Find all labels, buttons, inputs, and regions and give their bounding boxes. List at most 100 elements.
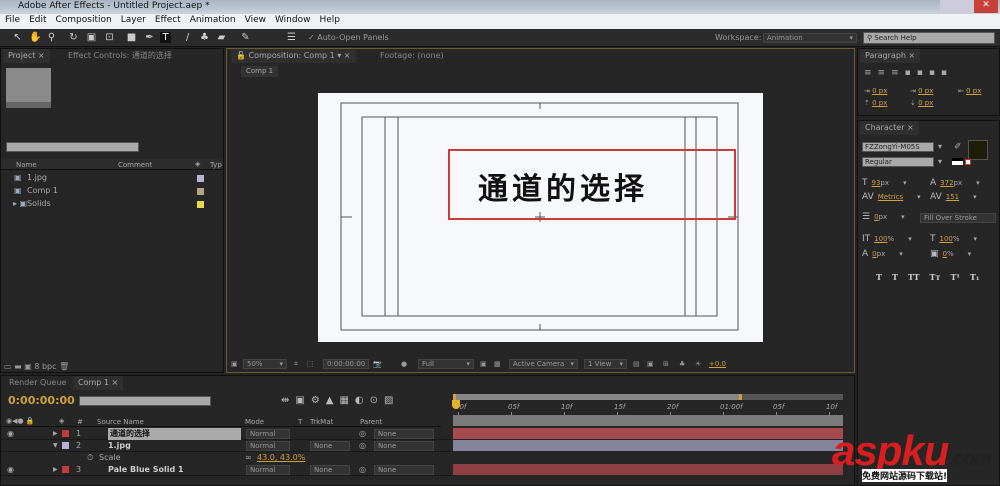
dropdown-arrow-icon[interactable]: ▾	[908, 235, 912, 243]
space-after-value[interactable]: 0 px	[918, 99, 933, 107]
label-color-swatch[interactable]	[197, 201, 204, 208]
constrain-proportions-icon[interactable]: ∞	[245, 452, 252, 464]
timeline-icon[interactable]: ▣	[647, 357, 654, 371]
timeline-switches[interactable]: ⇹▣⚙▲▦◐⊙▨	[281, 395, 399, 406]
channel-icon[interactable]: ●	[401, 357, 407, 371]
parent-pickwhip-icon[interactable]: ◎	[359, 428, 366, 440]
resolution-select[interactable]: Full ▾	[418, 359, 474, 369]
dropdown-arrow-icon[interactable]: ▾	[973, 193, 977, 201]
visibility-eye-icon[interactable]: ◉	[7, 464, 14, 476]
search-help-input[interactable]: ⚲ Search Help	[863, 32, 995, 44]
region-of-interest-icon[interactable]: ⌗	[294, 357, 298, 371]
stopwatch-icon[interactable]: ⏱	[87, 452, 93, 464]
interpret-footage-icon[interactable]: ▭	[4, 362, 12, 371]
snapshot-icon[interactable]: 📷	[373, 357, 382, 371]
tab-effect-controls[interactable]: Effect Controls: 通道的选择	[63, 49, 177, 63]
menu-window[interactable]: Window	[275, 15, 311, 28]
work-area-bar[interactable]	[453, 394, 843, 400]
dropdown-arrow-icon[interactable]: ▾	[899, 250, 903, 258]
layer-row[interactable]: ▼ 2 1.jpg Normal None ◎ None	[1, 440, 451, 452]
indent-right-value[interactable]: 0 px	[966, 87, 981, 95]
menu-help[interactable]: Help	[319, 15, 340, 28]
dropdown-arrow-icon[interactable]: ▾	[974, 235, 978, 243]
layer-duration-bar[interactable]	[453, 464, 843, 475]
indent-first-value[interactable]: 0 px	[918, 87, 933, 95]
trkmat-select[interactable]: None	[310, 441, 350, 451]
camera-select[interactable]: Active Camera ▾	[509, 359, 578, 369]
mode-select[interactable]: Normal	[246, 441, 290, 451]
column-mode[interactable]: Mode	[245, 418, 264, 426]
tab-render-queue[interactable]: Render Queue	[4, 376, 71, 390]
current-time-field[interactable]: 0:00:00:00	[323, 359, 369, 369]
menu-file[interactable]: File	[5, 15, 20, 28]
project-item[interactable]: ▣ 1.jpg	[1, 172, 223, 184]
dropdown-arrow-icon[interactable]: ▾	[976, 179, 980, 187]
layer-label-color[interactable]	[62, 430, 69, 437]
pan-behind-tool-icon[interactable]: ⊡	[104, 32, 115, 43]
always-preview-icon[interactable]: ▣	[231, 357, 238, 371]
trkmat-select[interactable]: None	[310, 465, 350, 475]
time-ruler[interactable]: 00f 05f 10f 15f 20f 01:00f 05f 10f	[453, 401, 843, 415]
text-style-button[interactable]: T	[892, 272, 898, 282]
no-stroke-swatch[interactable]	[965, 159, 971, 165]
menu-layer[interactable]: Layer	[121, 15, 146, 28]
expand-arrow-icon[interactable]: ▶	[53, 428, 58, 440]
maximize-button[interactable]	[957, 0, 975, 13]
parent-pickwhip-icon[interactable]: ◎	[359, 440, 366, 452]
fast-preview-icon[interactable]: ▣	[480, 357, 487, 371]
timeline-search-input[interactable]	[79, 396, 211, 406]
bpc-button[interactable]: 8 bpc	[34, 362, 56, 371]
menu-edit[interactable]: Edit	[29, 15, 46, 28]
menu-animation[interactable]: Animation	[190, 15, 236, 28]
new-folder-icon[interactable]: ▬	[14, 362, 22, 371]
stroke-mode-select[interactable]: Fill Over Stroke	[920, 213, 996, 223]
panels-icon[interactable]: ☰	[286, 32, 297, 43]
horizontal-scale-value[interactable]: 100	[940, 235, 953, 243]
transparency-grid-icon[interactable]: ⬚	[307, 357, 314, 371]
font-style-select[interactable]: Regular	[862, 157, 934, 167]
column-source-name[interactable]: Source Name	[97, 418, 144, 426]
comp-text-layer[interactable]: 通道的选择	[478, 164, 648, 208]
selection-tool-icon[interactable]: ↖	[12, 32, 23, 43]
menu-view[interactable]: View	[245, 15, 266, 28]
column-name[interactable]: Name	[16, 161, 37, 169]
layer-label-color[interactable]	[62, 442, 69, 449]
dropdown-arrow-icon[interactable]: ▾	[917, 193, 921, 201]
layer-row[interactable]: ◉ ▶ 3 Pale Blue Solid 1 Normal None ◎ None	[1, 464, 451, 476]
leading-value[interactable]: 372	[940, 179, 953, 187]
indent-left-value[interactable]: 0 px	[872, 87, 887, 95]
layer-row[interactable]: ◉ ▶ 1 通道的选择 Normal ◎ None	[1, 428, 451, 440]
vertical-scale-value[interactable]: 100	[874, 235, 887, 243]
column-type[interactable]: Typ	[210, 161, 222, 169]
workspace-select[interactable]: Animation ▾	[763, 33, 857, 43]
close-button[interactable]: ✕	[974, 0, 998, 13]
column-parent[interactable]: Parent	[360, 418, 382, 426]
column-comment[interactable]: Comment	[118, 161, 152, 169]
type-tool-icon[interactable]: T	[160, 32, 171, 43]
current-time-display[interactable]: 0:00:00:00	[8, 394, 75, 407]
black-white-swatch[interactable]	[952, 158, 963, 165]
mode-select[interactable]: Normal	[246, 429, 290, 439]
menu-composition[interactable]: Composition	[56, 15, 112, 28]
project-item[interactable]: ▸ ▣ Solids	[1, 198, 223, 210]
exposure-icon[interactable]: ☀	[695, 357, 701, 371]
tab-project[interactable]: Project ×	[3, 49, 50, 63]
layer-duration-bar[interactable]	[453, 428, 843, 439]
magnification-select[interactable]: 50% ▾	[243, 359, 287, 369]
tab-character[interactable]: Character ×	[860, 121, 919, 135]
rotate-tool-icon[interactable]: ↻	[68, 32, 79, 43]
collapse-arrow-icon[interactable]: ▼	[53, 440, 58, 452]
column-trkmat[interactable]: TrkMat	[310, 418, 333, 426]
zoom-tool-icon[interactable]: ⚲	[46, 32, 57, 43]
expand-arrow-icon[interactable]: ▶	[53, 464, 58, 476]
label-color-swatch[interactable]	[197, 175, 204, 182]
scale-value[interactable]: 43.0, 43.0%	[257, 452, 305, 464]
font-family-select[interactable]: FZZongYi-M05S	[862, 142, 934, 152]
playhead-icon[interactable]	[452, 400, 460, 409]
tab-paragraph[interactable]: Paragraph ×	[860, 49, 921, 63]
alignment-buttons[interactable]: ≡≡≡▪▪▪▪	[864, 68, 953, 78]
text-style-button[interactable]: T₁	[970, 272, 979, 282]
text-style-button[interactable]: T¹	[950, 272, 959, 282]
layer-label-color[interactable]	[62, 466, 69, 473]
mode-select[interactable]: Normal	[246, 465, 290, 475]
